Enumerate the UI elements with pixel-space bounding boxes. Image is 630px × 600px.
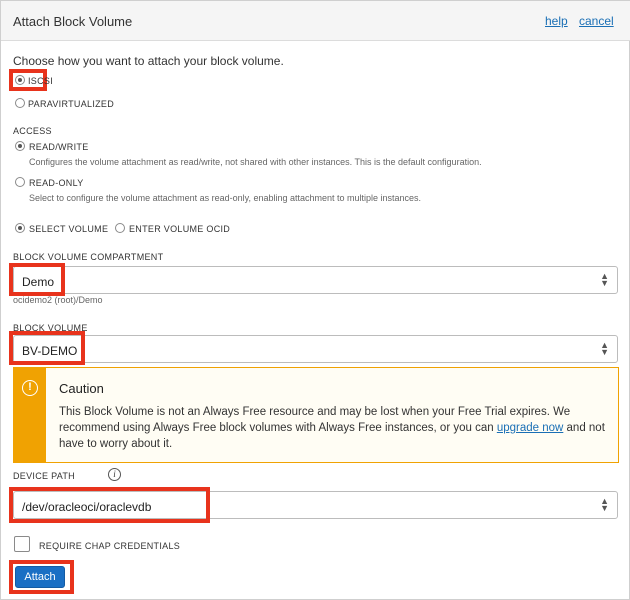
read-write-radio[interactable] <box>15 141 25 151</box>
warning-icon: ! <box>22 380 38 396</box>
compartment-label: BLOCK VOLUME COMPARTMENT <box>13 252 164 262</box>
read-only-description: Select to configure the volume attachmen… <box>29 193 422 203</box>
read-only-radio[interactable] <box>15 177 25 187</box>
attach-block-volume-dialog: Attach Block Volume help cancel Choose h… <box>0 0 630 600</box>
chap-label: REQUIRE CHAP CREDENTIALS <box>39 541 181 551</box>
attachment-type-prompt: Choose how you want to attach your block… <box>13 54 284 68</box>
upgrade-now-link[interactable]: upgrade now <box>497 422 564 434</box>
paravirtualized-label: PARAVIRTUALIZED <box>28 99 115 109</box>
highlight-box <box>9 263 65 296</box>
enter-volume-ocid-radio[interactable] <box>115 223 125 233</box>
dialog-title: Attach Block Volume <box>13 14 133 29</box>
compartment-path: ocidemo2 (root)/Demo <box>13 295 103 305</box>
chevron-updown-icon: ▲ ▼ <box>600 340 609 357</box>
select-volume-label: SELECT VOLUME <box>29 224 109 234</box>
dialog-header: Attach Block Volume help cancel <box>1 1 630 41</box>
cancel-link[interactable]: cancel <box>579 14 614 28</box>
highlight-box <box>9 487 210 523</box>
read-only-label: READ-ONLY <box>29 178 84 188</box>
caution-message: This Block Volume is not an Always Free … <box>59 404 611 452</box>
select-volume-radio[interactable] <box>15 223 25 233</box>
iscsi-radio[interactable] <box>15 75 25 85</box>
enter-volume-ocid-label: ENTER VOLUME OCID <box>129 224 231 234</box>
chevron-updown-icon: ▲ ▼ <box>600 496 609 513</box>
block-volume-select[interactable]: BV-DEMO ▲ ▼ <box>13 335 618 363</box>
attach-button[interactable]: Attach <box>15 566 65 588</box>
compartment-select[interactable]: Demo ▲ ▼ <box>13 266 618 294</box>
caution-bar: ! <box>14 368 46 462</box>
highlight-box <box>9 331 85 365</box>
caution-alert: ! Caution This Block Volume is not an Al… <box>13 367 619 463</box>
caution-title: Caution <box>59 381 104 396</box>
caution-text-start: This Block Volume is not an Always Free … <box>59 406 571 434</box>
chevron-updown-icon: ▲ ▼ <box>600 271 609 288</box>
paravirtualized-radio[interactable] <box>15 98 25 108</box>
read-write-description: Configures the volume attachment as read… <box>29 157 482 167</box>
device-path-label: DEVICE PATH <box>13 471 75 481</box>
chap-checkbox[interactable] <box>14 536 30 552</box>
access-heading: ACCESS <box>13 126 52 136</box>
read-write-label: READ/WRITE <box>29 142 89 152</box>
iscsi-label: ISCSI <box>28 76 54 86</box>
info-icon[interactable]: i <box>108 468 121 481</box>
help-link[interactable]: help <box>545 14 568 28</box>
